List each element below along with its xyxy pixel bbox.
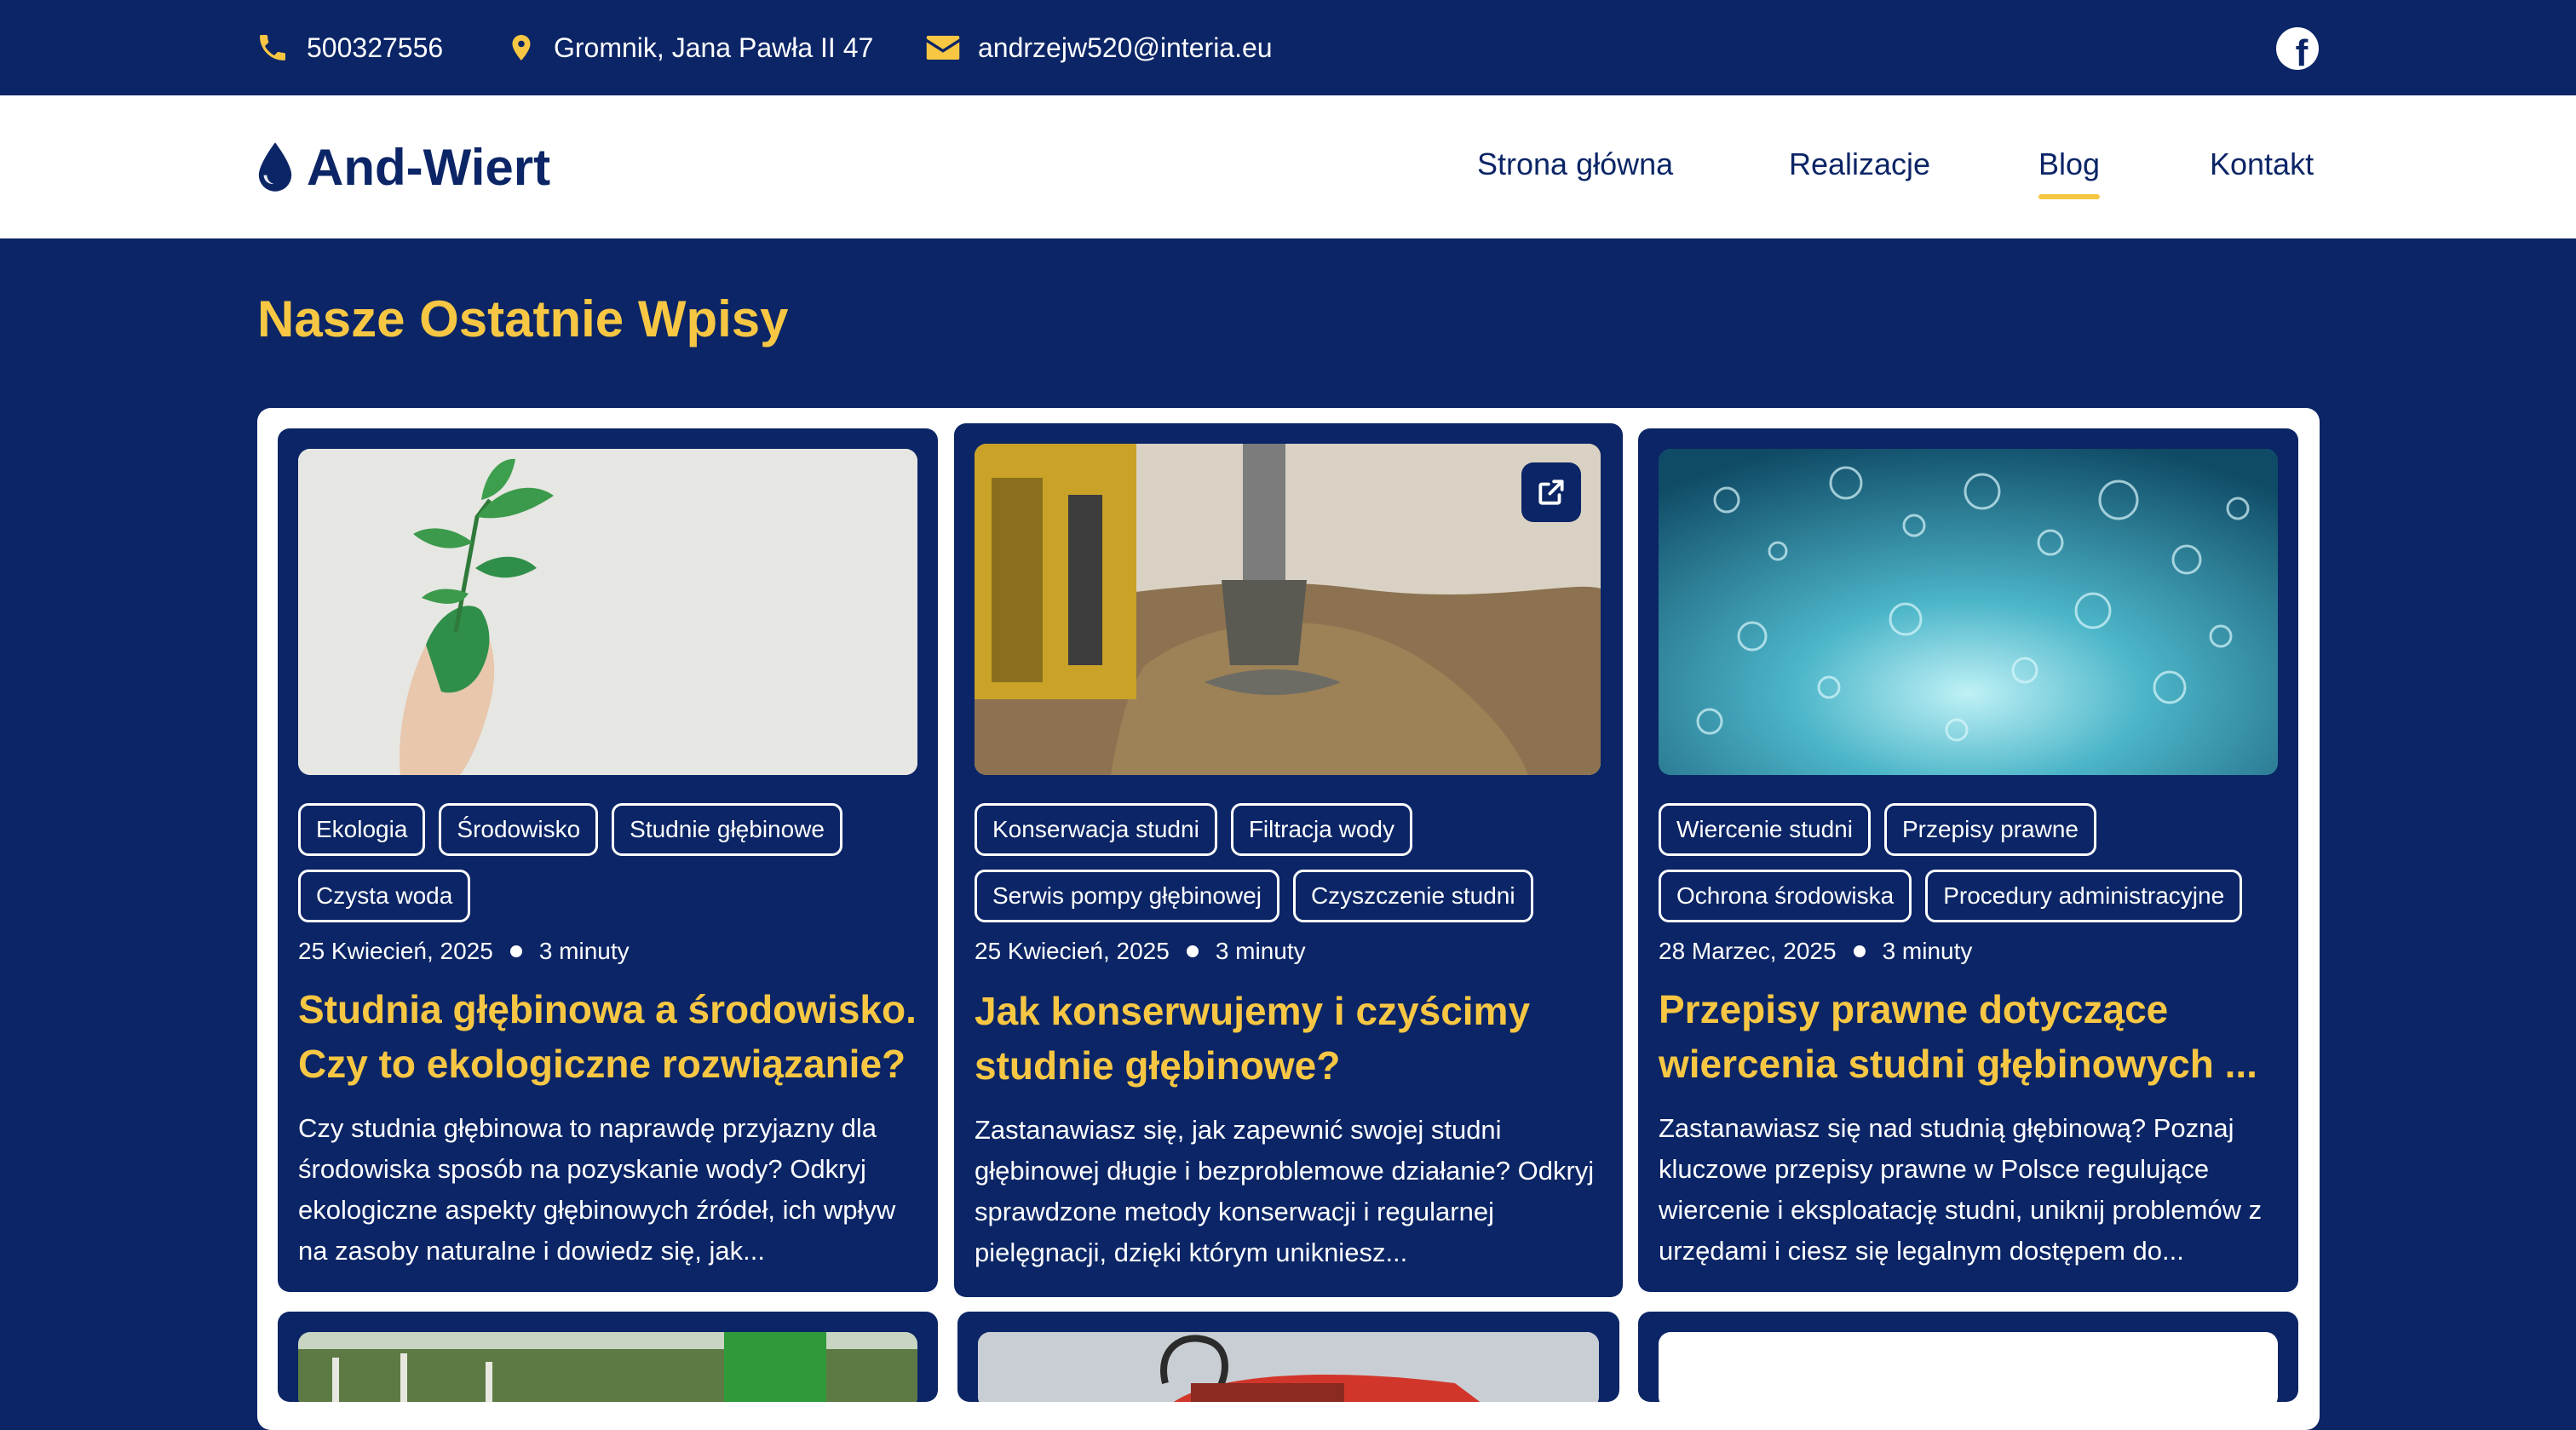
post-read-time: 3 minuty [1215, 938, 1306, 964]
top-contact-bar: 500327556 Gromnik, Jana Pawła II 47 andr… [0, 0, 2576, 95]
phone-contact[interactable]: 500327556 [256, 0, 443, 95]
external-link-icon [1538, 480, 1564, 505]
envelope-icon [926, 36, 960, 60]
post-image-drilling [975, 444, 1601, 775]
nav-home[interactable]: Strona główna [1477, 146, 1673, 182]
tag-chip[interactable]: Ekologia [298, 803, 426, 856]
drilling-auger-illustration [975, 444, 1601, 775]
location-pin-icon [512, 35, 531, 60]
post-title[interactable]: Przepisy prawne dotyczące wiercenia stud… [1659, 982, 2285, 1091]
blog-post-card[interactable]: Konserwacja studni Filtracja wody Serwis… [954, 423, 1623, 1297]
address-text: Gromnik, Jana Pawła II 47 [554, 32, 874, 63]
phone-icon [260, 35, 285, 60]
tag-chip[interactable]: Przepisy prawne [1883, 803, 2096, 856]
post-image-blank [1659, 1332, 2278, 1402]
nav-realizations[interactable]: Realizacje [1789, 146, 1930, 182]
post-image-plant [298, 449, 917, 775]
post-date: 25 Kwiecień, 2025 [975, 938, 1170, 964]
phone-number: 500327556 [307, 32, 444, 63]
brand-logo[interactable]: And-Wiert [256, 136, 550, 198]
section-title: Nasze Ostatnie Wpisy [257, 290, 789, 347]
post-title[interactable]: Studnia głębinowa a środowisko. Czy to e… [298, 982, 924, 1091]
tag-chip[interactable]: Czysta woda [298, 870, 471, 922]
email-contact[interactable]: andrzejw520@interia.eu [925, 0, 1273, 95]
water-drop-icon [258, 142, 292, 192]
facebook-icon[interactable]: f [2276, 27, 2319, 70]
blog-post-card[interactable] [1638, 1312, 2298, 1402]
post-excerpt: Zastanawiasz się nad studnią głębinową? … [1659, 1113, 2263, 1266]
blog-post-card[interactable]: Ekologia Środowisko Studnie głębinowe Cz… [278, 428, 938, 1292]
plant-in-hand-illustration [298, 449, 917, 775]
post-read-time: 3 minuty [538, 938, 630, 964]
tag-chip[interactable]: Konserwacja studni [975, 803, 1217, 856]
tag-chip[interactable]: Czyszczenie studni [1292, 870, 1533, 922]
main-navbar: And-Wiert Strona główna Realizacje Blog … [0, 95, 2576, 238]
address-contact: Gromnik, Jana Pawła II 47 [506, 0, 873, 95]
tag-chip[interactable]: Środowisko [439, 803, 599, 856]
post-image-water [1659, 449, 2278, 775]
open-post-button[interactable] [1521, 462, 1581, 522]
meta-separator [509, 945, 522, 957]
tag-chip[interactable]: Filtracja wody [1230, 803, 1412, 856]
post-meta: 25 Kwiecień, 2025 3 minuty [975, 938, 1306, 965]
brand-name: And-Wiert [307, 138, 551, 196]
excavator-field-illustration [298, 1332, 917, 1402]
meta-separator [1853, 945, 1866, 957]
meta-separator [1186, 945, 1199, 957]
post-image-machine [978, 1332, 1599, 1402]
post-tags: Wiercenie studni Przepisy prawne Ochrona… [1659, 803, 2278, 922]
tag-chip[interactable]: Studnie głębinowe [612, 803, 842, 856]
post-read-time: 3 minuty [1882, 938, 1973, 964]
tag-chip[interactable]: Ochrona środowiska [1659, 870, 1912, 922]
email-address: andrzejw520@interia.eu [978, 32, 1273, 63]
water-bubbles-illustration [1659, 449, 2278, 775]
nav-contact[interactable]: Kontakt [2210, 146, 2314, 182]
post-date: 25 Kwiecień, 2025 [298, 938, 493, 964]
nav-blog[interactable]: Blog [2038, 146, 2101, 199]
blog-post-card[interactable] [957, 1312, 1619, 1402]
blog-post-card[interactable]: Wiercenie studni Przepisy prawne Ochrona… [1638, 428, 2298, 1292]
post-image-excavator [298, 1332, 917, 1402]
post-excerpt: Czy studnia głębinowa to naprawdę przyja… [298, 1113, 896, 1266]
drilling-machine-illustration [978, 1332, 1599, 1402]
post-date: 28 Marzec, 2025 [1659, 938, 1837, 964]
post-meta: 28 Marzec, 2025 3 minuty [1659, 938, 1972, 965]
tag-chip[interactable]: Procedury administracyjne [1925, 870, 2243, 922]
post-title[interactable]: Jak konserwujemy i czyścimy studnie głęb… [975, 984, 1605, 1093]
tag-chip[interactable]: Wiercenie studni [1659, 803, 1871, 856]
post-excerpt: Zastanawiasz się, jak zapewnić swojej st… [975, 1115, 1595, 1267]
tag-chip[interactable]: Serwis pompy głębinowej [975, 870, 1279, 922]
post-meta: 25 Kwiecień, 2025 3 minuty [298, 938, 630, 965]
blog-post-card[interactable] [278, 1312, 938, 1402]
post-tags: Konserwacja studni Filtracja wody Serwis… [975, 803, 1601, 922]
post-tags: Ekologia Środowisko Studnie głębinowe Cz… [298, 803, 917, 922]
